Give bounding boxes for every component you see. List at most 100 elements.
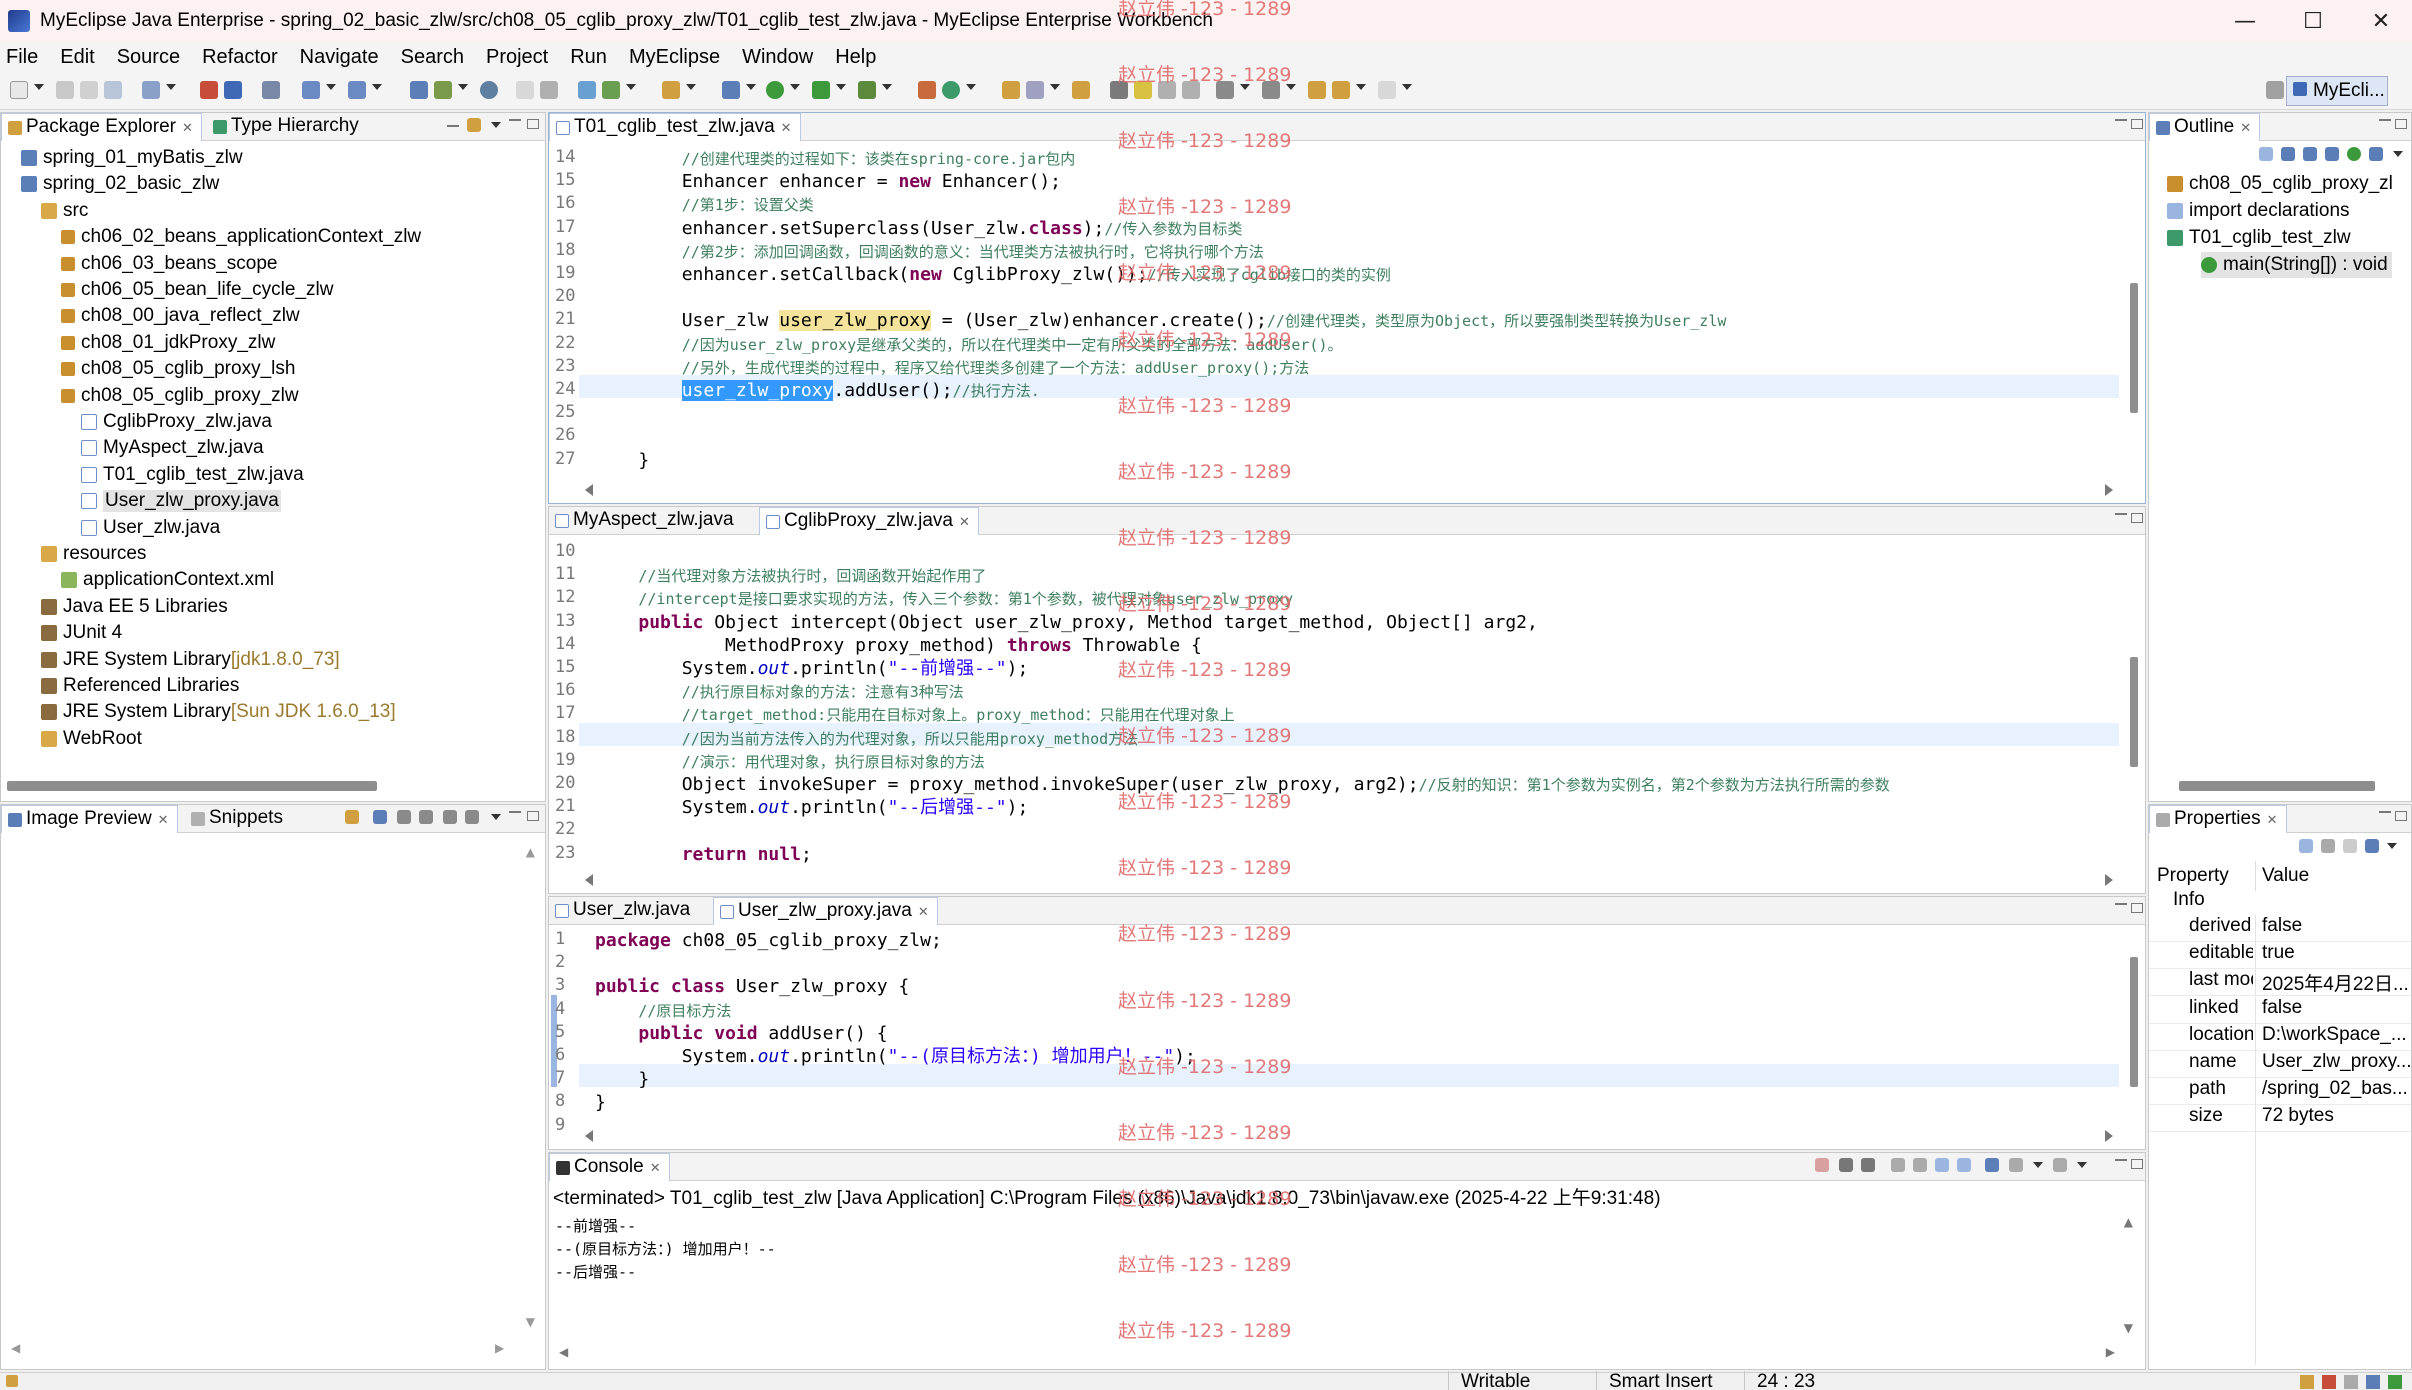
display-console-dropdown-icon[interactable] [2033,1162,2043,1168]
property-column-header[interactable]: Property [2157,865,2229,887]
tab-outline[interactable]: Outline ✕ [2149,113,2261,141]
toggle-mark-icon[interactable] [516,81,534,99]
property-row[interactable]: linked false [2149,996,2411,1024]
code-line[interactable]: //执行原目标对象的方法：注意有3种写法 [595,680,964,703]
tree-item-resources[interactable]: resources [41,541,146,567]
close-icon[interactable]: ✕ [158,812,169,827]
value-column-header[interactable]: Value [2255,861,2309,891]
web-project-dropdown-icon[interactable] [326,84,336,90]
close-icon[interactable]: ✕ [182,120,193,135]
maximize-view-icon[interactable] [2131,1159,2143,1169]
tab-t01-cglib-test[interactable]: T01_cglib_test_zlw.java ✕ [549,113,801,141]
show-stdout-icon[interactable] [1935,1158,1949,1172]
code-line[interactable]: public class User_zlw_proxy { [595,975,909,998]
property-row[interactable]: last modified2025年4月22日... [2149,969,2411,997]
tree-item-jre-system-library[interactable]: JRE System Library [Sun JDK 1.6.0_13] [41,699,396,725]
maximize-view-icon[interactable] [2395,119,2407,129]
sort-icon[interactable] [2281,147,2295,161]
menu-run[interactable]: Run [564,46,617,69]
resource-dropdown-icon[interactable] [458,84,468,90]
tree-item-jre-system-library[interactable]: JRE System Library [jdk1.8.0_73] [41,647,340,673]
print-icon[interactable] [104,81,122,99]
open-task-icon[interactable] [1072,81,1090,99]
minimize-editor-icon[interactable] [2115,903,2127,905]
horizontal-scrollbar[interactable] [579,1127,2119,1145]
menu-project[interactable]: Project [480,46,558,69]
link-editor-icon[interactable] [467,118,481,132]
code-line[interactable]: Enhancer enhancer = new Enhancer(); [595,170,1061,193]
pin-properties-icon[interactable] [2365,839,2379,853]
new-class-icon[interactable] [942,81,960,99]
scroll-down-icon[interactable]: ▼ [526,1315,535,1329]
clear-console-icon[interactable] [1891,1158,1905,1172]
minimize-view-icon[interactable] [2379,119,2391,121]
status-update-icon[interactable] [2388,1375,2402,1389]
console-line[interactable]: --前增强-- [555,1215,636,1236]
horizontal-scrollbar[interactable] [7,781,377,791]
run-icon[interactable] [766,81,784,99]
tree-item-ch06-05-bean-life-cycle-zlw[interactable]: ch06_05_bean_life_cycle_zlw [61,277,333,303]
actual-size-icon[interactable] [443,810,457,824]
scroll-up-icon[interactable]: ▲ [2124,1215,2133,1229]
scroll-right-icon[interactable] [2105,484,2113,496]
code-line[interactable]: } [595,1068,649,1091]
debug-icon[interactable] [722,81,740,99]
console-line[interactable]: --后增强-- [555,1261,636,1282]
property-row[interactable]: derived false [2149,915,2411,942]
search-tool-icon[interactable] [1026,81,1044,99]
minimize-editor-icon[interactable] [2115,119,2127,121]
forward-icon[interactable] [1378,81,1396,99]
back-icon[interactable] [1332,81,1350,99]
tree-item-ch08-05-cglib-proxy-lsh[interactable]: ch08_05_cglib_proxy_lsh [61,356,295,382]
code-line[interactable]: enhancer.setSuperclass(User_zlw.class);/… [595,217,1243,240]
scroll-down-icon[interactable]: ▼ [2124,1321,2133,1335]
minimize-view-icon[interactable] [509,811,521,813]
horizontal-scrollbar[interactable] [579,871,2119,889]
properties-category[interactable]: Info [2173,889,2205,911]
vertical-scrollbar[interactable] [2127,957,2141,1097]
code-line[interactable]: //因为当前方法传入的为代理对象，所以只能用proxy_method方法 [595,727,1138,750]
collapse-all-icon[interactable] [2259,147,2273,161]
folder-dropdown-icon[interactable] [686,84,696,90]
forward-dropdown-icon[interactable] [1402,84,1412,90]
menu-search[interactable]: Search [395,46,474,69]
maximize-view-icon[interactable] [527,811,539,821]
menu-myeclipse[interactable]: MyEclipse [623,46,730,69]
pin-console-icon[interactable] [1985,1158,1999,1172]
remove-launch-icon[interactable] [1839,1158,1853,1172]
tab-user-zlw-proxy[interactable]: User_zlw_proxy.java ✕ [713,897,938,925]
mark-occurrences-icon[interactable] [540,81,558,99]
minimize-view-icon[interactable] [2379,811,2391,813]
code-line[interactable]: return null; [595,843,812,866]
new-web-project-icon[interactable] [302,81,320,99]
run-last-dropdown-icon[interactable] [836,84,846,90]
tree-item-junit-4[interactable]: JUnit 4 [41,620,122,646]
display-console-icon[interactable] [2009,1158,2023,1172]
last-edit-icon[interactable] [1308,81,1326,99]
preview-tool-icon[interactable] [345,810,359,824]
external-tools-dropdown-icon[interactable] [882,84,892,90]
search-dropdown-icon[interactable] [1050,84,1060,90]
open-project-icon[interactable] [1002,81,1020,99]
maximize-view-icon[interactable] [2395,811,2407,821]
debug-dropdown-icon[interactable] [746,84,756,90]
new-jsp-icon[interactable] [602,81,620,99]
server-dropdown-icon[interactable] [166,84,176,90]
hide-nonpublic-icon[interactable] [2347,147,2361,161]
outline-class[interactable]: T01_cglib_test_zlw [2167,225,2351,251]
tree-item-t01-cglib-test-zlw-java[interactable]: T01_cglib_test_zlw.java [81,462,304,488]
menu-source[interactable]: Source [111,46,190,69]
code-line[interactable]: System.out.println("--(原目标方法：) 增加用户！--")… [595,1045,1196,1068]
horizontal-scrollbar[interactable] [2179,781,2375,791]
vertical-scrollbar[interactable] [2127,283,2141,433]
scroll-right-icon[interactable] [2105,1130,2113,1142]
status-progress-icon[interactable] [2366,1375,2380,1389]
close-icon[interactable]: ✕ [918,904,929,919]
open-type-icon[interactable] [410,81,428,99]
scroll-left-icon[interactable]: ◀ [559,1345,568,1359]
back-dropdown-icon[interactable] [1356,84,1366,90]
ejb-dropdown-icon[interactable] [372,84,382,90]
maximize-editor-icon[interactable] [2131,903,2143,913]
close-icon[interactable]: ✕ [959,514,970,529]
property-row[interactable]: size 72 bytes [2149,1105,2411,1133]
